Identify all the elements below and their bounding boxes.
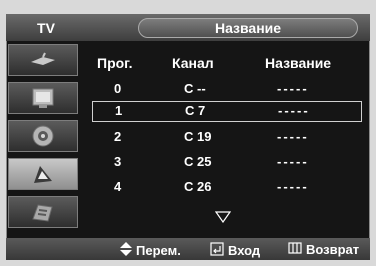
row-channel: C 7: [185, 103, 206, 118]
channel-row[interactable]: 0 C -- -----: [92, 79, 362, 100]
sidebar-item-picture[interactable]: [8, 82, 78, 114]
enter-icon: [210, 242, 228, 259]
channel-icon: [30, 163, 56, 185]
hint-enter-label: Вход: [228, 243, 261, 258]
sidebar-item-sound[interactable]: [8, 120, 78, 152]
row-name: -----: [277, 179, 309, 194]
column-header-name: Название: [265, 55, 332, 71]
hint-return-label: Возврат: [306, 242, 360, 257]
hint-enter: Вход: [210, 242, 260, 259]
menu-sidebar: [8, 44, 78, 238]
channel-row-selected[interactable]: 1 C 7 -----: [92, 101, 362, 122]
row-name: -----: [277, 81, 309, 96]
up-down-arrows-icon: [120, 242, 136, 259]
speaker-icon: [31, 124, 55, 148]
row-channel: C 26: [184, 179, 212, 194]
row-prog: 3: [114, 154, 122, 169]
channel-row[interactable]: 3 C 25 -----: [92, 152, 362, 173]
column-header-prog: Прог.: [97, 55, 133, 71]
hint-move-label: Перем.: [136, 243, 181, 258]
scroll-down-icon[interactable]: [214, 210, 232, 224]
return-icon: [288, 242, 306, 257]
row-name: -----: [278, 103, 310, 118]
sidebar-item-setup[interactable]: [8, 196, 78, 228]
row-prog: 2: [114, 129, 122, 144]
hint-return: Возврат: [288, 242, 359, 257]
row-name: -----: [277, 129, 309, 144]
row-prog: 1: [115, 103, 123, 118]
row-name: -----: [277, 154, 309, 169]
row-prog: 4: [114, 179, 122, 194]
sidebar-item-input[interactable]: [8, 44, 78, 76]
menu-title: Название: [138, 18, 358, 38]
picture-icon: [30, 87, 56, 109]
setup-icon: [30, 201, 56, 223]
hint-move: Перем.: [120, 242, 181, 259]
channel-row[interactable]: 4 C 26 -----: [92, 177, 362, 198]
row-channel: C 25: [184, 154, 212, 169]
column-header-channel: Канал: [172, 55, 214, 71]
channel-row[interactable]: 2 C 19 -----: [92, 127, 362, 148]
row-channel: C --: [184, 81, 206, 96]
source-label: TV: [37, 19, 55, 36]
sidebar-item-channel[interactable]: [8, 158, 78, 190]
row-channel: C 19: [184, 129, 212, 144]
row-prog: 0: [114, 81, 122, 96]
antenna-icon: [29, 51, 57, 69]
